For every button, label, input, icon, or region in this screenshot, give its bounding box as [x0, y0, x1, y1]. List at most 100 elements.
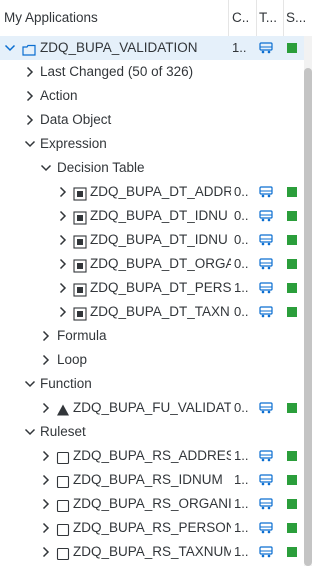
transport-icon — [259, 276, 281, 300]
application-tree: ZDQ_BUPA_VALIDATION 1.. Last Changed (50… — [0, 36, 304, 564]
chevron-right-icon[interactable] — [40, 516, 52, 540]
tree-node-label: ZDQ_BUPA_DT_ORGA — [90, 256, 231, 271]
chevron-right-icon[interactable] — [24, 84, 36, 108]
status-active-icon — [287, 43, 297, 53]
cell-c-value: 0.. — [234, 304, 249, 319]
chevron-right-icon[interactable] — [40, 324, 52, 348]
transport-icon — [259, 36, 281, 60]
tree-node-label: ZDQ_BUPA_RS_IDNUM — [73, 472, 223, 487]
tree-row-ruleset[interactable]: Ruleset — [0, 420, 304, 444]
chevron-right-icon[interactable] — [40, 444, 52, 468]
tree-node-label: Loop — [57, 352, 88, 367]
chevron-right-icon[interactable] — [40, 492, 52, 516]
chevron-down-icon[interactable] — [24, 132, 36, 156]
chevron-right-icon[interactable] — [57, 300, 69, 324]
decision-table-icon — [73, 281, 87, 297]
transport-icon — [259, 252, 281, 276]
tree-row-decision-table-item[interactable]: ZDQ_BUPA_DT_IDNU 0.. — [0, 228, 304, 252]
tree-row-decision-table-item[interactable]: ZDQ_BUPA_DT_ORGA 0.. — [0, 252, 304, 276]
tree-node-label: ZDQ_BUPA_DT_PERS — [90, 280, 231, 295]
transport-icon — [259, 180, 281, 204]
tree-row-ruleset-item[interactable]: ZDQ_BUPA_RS_ADDRES 1.. — [0, 444, 304, 468]
chevron-right-icon[interactable] — [24, 108, 36, 132]
chevron-down-icon[interactable] — [40, 156, 52, 180]
status-active-icon — [287, 307, 297, 317]
tree-row-last-changed[interactable]: Last Changed (50 of 326) — [0, 60, 304, 84]
cell-c-value: 1.. — [234, 280, 249, 295]
chevron-right-icon[interactable] — [57, 204, 69, 228]
tree-row-formula[interactable]: Formula — [0, 324, 304, 348]
tree-node-label: Action — [40, 88, 78, 103]
status-active-icon — [287, 211, 297, 221]
cell-c-value: 1.. — [234, 448, 249, 463]
transport-icon — [259, 444, 281, 468]
tree-row-decision-table[interactable]: Decision Table — [0, 156, 304, 180]
column-header-c[interactable]: C.. — [232, 0, 254, 36]
tree-row-expression[interactable]: Expression — [0, 132, 304, 156]
tree-node-label: ZDQ_BUPA_DT_IDNU — [90, 208, 228, 223]
ruleset-icon — [56, 521, 70, 537]
chevron-right-icon[interactable] — [40, 348, 52, 372]
tree-row-root-application[interactable]: ZDQ_BUPA_VALIDATION 1.. — [0, 36, 304, 60]
tree-row-decision-table-item[interactable]: ZDQ_BUPA_DT_IDNU 0.. — [0, 204, 304, 228]
status-active-icon — [287, 187, 297, 197]
status-active-icon — [287, 475, 297, 485]
status-active-icon — [287, 451, 297, 461]
tree-node-label: Function — [40, 376, 92, 391]
column-separator[interactable] — [256, 0, 257, 36]
chevron-down-icon[interactable] — [4, 36, 16, 60]
table-header: My Applications C.. T... S... — [0, 0, 312, 37]
cell-c-value: 1.. — [234, 520, 249, 535]
chevron-right-icon[interactable] — [40, 468, 52, 492]
cell-c-value: 0.. — [234, 184, 249, 199]
tree-row-data-object[interactable]: Data Object — [0, 108, 304, 132]
chevron-right-icon[interactable] — [57, 252, 69, 276]
cell-c-value: 1.. — [234, 544, 249, 559]
tree-row-ruleset-item[interactable]: ZDQ_BUPA_RS_TAXNUM 1.. — [0, 540, 304, 564]
tree-row-ruleset-item[interactable]: ZDQ_BUPA_RS_ORGANI 1.. — [0, 492, 304, 516]
vertical-scrollbar-thumb[interactable] — [304, 68, 312, 566]
chevron-right-icon[interactable] — [57, 180, 69, 204]
chevron-right-icon[interactable] — [57, 276, 69, 300]
tree-row-decision-table-item[interactable]: ZDQ_BUPA_DT_PERS 1.. — [0, 276, 304, 300]
ruleset-icon — [56, 497, 70, 513]
transport-icon — [259, 516, 281, 540]
column-header-t[interactable]: T... — [259, 0, 281, 36]
tree-node-label: Expression — [40, 136, 107, 151]
tree-row-ruleset-item[interactable]: ZDQ_BUPA_RS_PERSON 1.. — [0, 516, 304, 540]
ruleset-icon — [56, 545, 70, 561]
cell-c-value: 0.. — [234, 400, 249, 415]
decision-table-icon — [73, 305, 87, 321]
chevron-right-icon[interactable] — [40, 396, 52, 420]
status-active-icon — [287, 499, 297, 509]
tree-row-action[interactable]: Action — [0, 84, 304, 108]
tree-row-decision-table-item[interactable]: ZDQ_BUPA_DT_TAXN 0.. — [0, 300, 304, 324]
chevron-down-icon[interactable] — [24, 420, 36, 444]
decision-table-icon — [73, 233, 87, 249]
column-header-my-applications[interactable]: My Applications — [4, 0, 224, 36]
column-separator[interactable] — [228, 0, 229, 36]
tree-node-label: Last Changed (50 of 326) — [40, 64, 194, 79]
column-header-s[interactable]: S... — [286, 0, 312, 36]
chevron-right-icon[interactable] — [40, 540, 52, 564]
tree-row-function[interactable]: Function — [0, 372, 304, 396]
tree-row-decision-table-item[interactable]: ZDQ_BUPA_DT_ADDR 0.. — [0, 180, 304, 204]
status-active-icon — [287, 523, 297, 533]
tree-node-label: ZDQ_BUPA_RS_ADDRES — [73, 448, 231, 463]
tree-row-function-item[interactable]: ZDQ_BUPA_FU_VALIDAT 0.. — [0, 396, 304, 420]
cell-c-value: 0.. — [234, 256, 249, 271]
tree-node-label: ZDQ_BUPA_RS_PERSON — [73, 520, 231, 535]
chevron-right-icon[interactable] — [24, 60, 36, 84]
transport-icon — [259, 492, 281, 516]
chevron-down-icon[interactable] — [24, 372, 36, 396]
tree-row-ruleset-item[interactable]: ZDQ_BUPA_RS_IDNUM 1.. — [0, 468, 304, 492]
ruleset-icon — [56, 473, 70, 489]
decision-table-icon — [73, 257, 87, 273]
tree-row-loop[interactable]: Loop — [0, 348, 304, 372]
tree-node-label: Formula — [57, 328, 107, 343]
chevron-right-icon[interactable] — [57, 228, 69, 252]
application-icon — [22, 41, 36, 56]
cell-c-value: 1.. — [232, 40, 247, 55]
column-separator[interactable] — [283, 0, 284, 36]
tree-node-label: ZDQ_BUPA_FU_VALIDAT — [73, 400, 231, 415]
